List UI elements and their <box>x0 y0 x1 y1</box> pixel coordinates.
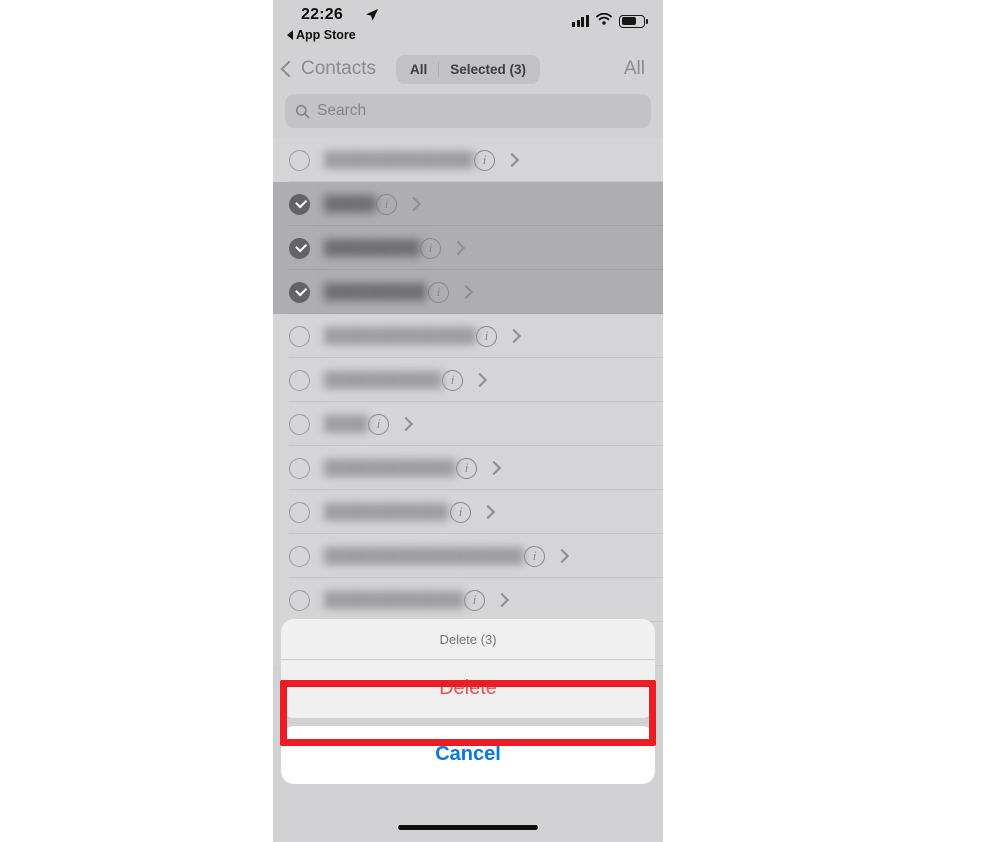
checkbox-circle-icon[interactable] <box>289 501 310 523</box>
info-icon[interactable]: i <box>456 457 477 479</box>
action-sheet-group: Delete (3) Delete <box>281 619 655 718</box>
checkbox-circle-icon[interactable] <box>289 545 310 567</box>
info-icon[interactable]: i <box>474 149 495 171</box>
contact-name: ███████████ <box>324 503 449 520</box>
contact-name: ████████████ <box>324 459 456 476</box>
location-arrow-icon <box>365 8 379 22</box>
contact-row[interactable]: █████ i <box>273 182 663 226</box>
checkbox-circle-icon[interactable] <box>289 369 310 391</box>
chevron-right-icon <box>480 504 496 520</box>
checkbox-circle-icon[interactable] <box>289 457 310 479</box>
search-icon <box>295 104 310 119</box>
chevron-right-icon <box>486 460 502 476</box>
segment-selected[interactable]: Selected (3) <box>439 55 537 84</box>
search-field[interactable]: Search <box>285 94 651 128</box>
checkbox-circle-icon[interactable] <box>289 413 310 435</box>
contact-name: █████████ <box>324 283 427 300</box>
checkbox-circle-icon[interactable] <box>289 149 310 171</box>
checkbox-circle-icon[interactable] <box>289 193 310 215</box>
contact-name: █████████ <box>324 239 420 256</box>
chevron-right-icon <box>554 548 570 564</box>
back-to-app-button[interactable]: App Store <box>287 28 356 42</box>
status-indicators <box>572 12 648 30</box>
contact-row[interactable]: ████ i <box>273 402 663 446</box>
contact-name: ████ <box>324 415 368 432</box>
contact-name: █████ <box>324 195 376 212</box>
chevron-right-icon <box>450 240 466 256</box>
contact-row[interactable]: ██████████████████ i <box>273 534 663 578</box>
contact-row[interactable]: █████████ i <box>273 270 663 314</box>
checkbox-circle-icon[interactable] <box>289 237 310 259</box>
chevron-right-icon <box>406 196 422 212</box>
contact-row[interactable]: ██████████████ i <box>273 314 663 358</box>
chevron-right-icon <box>458 284 474 300</box>
info-icon[interactable]: i <box>420 237 441 259</box>
status-bar: 22:26 App Store <box>273 0 663 48</box>
home-indicator <box>398 825 538 830</box>
search-placeholder: Search <box>317 102 367 119</box>
contact-row[interactable]: ███████████i <box>273 490 663 534</box>
chevron-right-icon <box>398 416 414 432</box>
info-icon[interactable]: i <box>450 501 471 523</box>
triangle-left-icon <box>287 30 293 40</box>
info-icon[interactable]: i <box>368 413 389 435</box>
cancel-button[interactable]: Cancel <box>281 726 655 784</box>
contact-name: ███████████ <box>324 371 442 388</box>
search-bar-container: Search <box>273 90 663 138</box>
contact-name: ██████████████ <box>324 151 474 168</box>
contacts-list[interactable]: ██████████████ i █████ i █████████ i █████████… <box>273 138 663 666</box>
phone-screen: 22:26 App Store Contacts All Selected (3… <box>273 0 663 842</box>
back-to-app-label: App Store <box>296 28 356 42</box>
contact-row[interactable]: ███████████i <box>273 358 663 402</box>
action-sheet-title: Delete (3) <box>281 619 655 660</box>
checkmark-icon <box>294 284 307 297</box>
wifi-icon <box>596 12 612 30</box>
contact-name: ██████████████ <box>324 327 476 344</box>
chevron-right-icon <box>472 372 488 388</box>
segmented-control[interactable]: All Selected (3) <box>395 54 541 84</box>
contact-row[interactable]: ████████████ i <box>273 446 663 490</box>
cellular-signal-icon <box>572 15 589 27</box>
checkmark-icon <box>294 196 307 209</box>
chevron-left-icon <box>280 60 298 78</box>
chevron-right-icon <box>494 592 510 608</box>
filter-all-button[interactable]: All <box>624 58 645 80</box>
info-icon[interactable]: i <box>442 369 463 391</box>
back-button-label: Contacts <box>301 58 376 79</box>
info-icon[interactable]: i <box>524 545 545 567</box>
contact-name: ██████████████████ <box>324 547 524 564</box>
info-icon[interactable]: i <box>464 589 485 611</box>
segment-all[interactable]: All <box>399 55 438 84</box>
info-icon[interactable]: i <box>476 325 497 347</box>
status-time: 22:26 <box>301 6 343 23</box>
chevron-right-icon <box>506 328 522 344</box>
contact-row[interactable]: █████████████ i <box>273 578 663 622</box>
checkbox-circle-icon[interactable] <box>289 281 310 303</box>
action-sheet: Delete (3) Delete Cancel <box>281 619 655 784</box>
info-icon[interactable]: i <box>376 193 397 215</box>
checkbox-circle-icon[interactable] <box>289 589 310 611</box>
chevron-right-icon <box>504 152 520 168</box>
checkbox-circle-icon[interactable] <box>289 325 310 347</box>
info-icon[interactable]: i <box>428 281 449 303</box>
delete-button[interactable]: Delete <box>281 660 655 718</box>
navigation-bar: Contacts All Selected (3) All <box>273 48 663 90</box>
contact-row[interactable]: █████████ i <box>273 226 663 270</box>
contact-name: █████████████ <box>324 591 464 608</box>
contact-row[interactable]: ██████████████ i <box>273 138 663 182</box>
checkmark-icon <box>294 240 307 253</box>
battery-icon <box>619 14 648 28</box>
back-button[interactable]: Contacts <box>280 58 376 80</box>
